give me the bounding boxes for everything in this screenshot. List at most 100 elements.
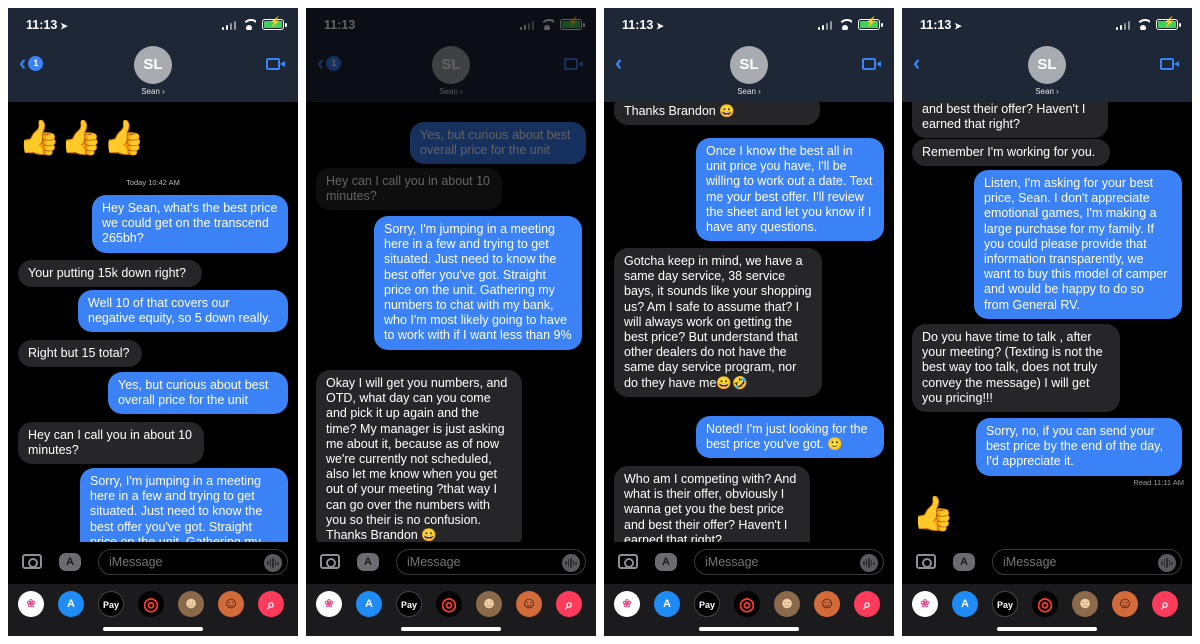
activity-icon[interactable]: ◎ (138, 591, 164, 617)
photos-icon[interactable]: ❀ (912, 591, 938, 617)
avatar[interactable]: SL (432, 46, 470, 84)
memoji-icon[interactable]: ☻ (476, 591, 502, 617)
contact-name[interactable]: Sean › (8, 87, 298, 96)
app-strip: ❀ A Pay ◎ ☻ ☺ ⌕ (306, 584, 596, 636)
memoji2-icon[interactable]: ☺ (814, 591, 840, 617)
back-button[interactable]: ‹ 1 (19, 52, 44, 74)
appstore-icon[interactable]: A (58, 591, 84, 617)
message-bubble-outgoing[interactable]: Once I know the best all in unit price y… (696, 138, 884, 242)
camera-icon[interactable] (320, 554, 340, 569)
search-images-icon[interactable]: ⌕ (556, 591, 582, 617)
photos-icon[interactable]: ❀ (316, 591, 342, 617)
message-list[interactable]: Yes, but curious about best overall pric… (306, 102, 596, 542)
message-list[interactable]: 👍👍👍 Today 10:42 AM Hey Sean, what's the … (8, 102, 298, 542)
contact-name[interactable]: Sean › (902, 87, 1192, 96)
memoji2-icon[interactable]: ☺ (218, 591, 244, 617)
avatar[interactable]: SL (730, 46, 768, 84)
audio-message-icon[interactable] (562, 554, 580, 572)
contact-name[interactable]: Sean › (306, 87, 596, 96)
message-bubble-outgoing[interactable]: Listen, I'm asking for your best price, … (974, 170, 1182, 319)
camera-icon[interactable] (22, 554, 42, 569)
message-bubble-incoming[interactable]: Right but 15 total? (18, 340, 142, 368)
message-list[interactable]: and best their offer? Haven't I earned t… (902, 102, 1192, 542)
home-indicator[interactable] (401, 627, 501, 631)
appstore-icon[interactable]: A (952, 591, 978, 617)
search-images-icon[interactable]: ⌕ (258, 591, 284, 617)
message-bubble-outgoing[interactable]: Sorry, I'm jumping in a meeting here in … (80, 468, 288, 542)
applepay-icon[interactable]: Pay (992, 591, 1018, 617)
message-bubble-incoming[interactable]: Hey can I call you in about 10 minutes? (18, 422, 204, 465)
applepay-icon[interactable]: Pay (694, 591, 720, 617)
home-indicator[interactable] (997, 627, 1097, 631)
activity-icon[interactable]: ◎ (436, 591, 462, 617)
chevron-left-icon: ‹ (615, 50, 623, 75)
back-button[interactable]: ‹ (615, 50, 623, 75)
chevron-left-icon: ‹ (913, 50, 921, 75)
avatar[interactable]: SL (134, 46, 172, 84)
location-icon: ➤ (656, 21, 664, 31)
message-bubble-outgoing[interactable]: Yes, but curious about best overall pric… (410, 122, 586, 165)
wifi-icon (540, 19, 554, 30)
search-images-icon[interactable]: ⌕ (1152, 591, 1178, 617)
message-bubble-outgoing[interactable]: Noted! I'm just looking for the best pri… (696, 416, 884, 459)
appstore-icon[interactable]: A (654, 591, 680, 617)
message-bubble-incoming[interactable]: Okay I will get you numbers, and OTD, wh… (316, 370, 522, 542)
photos-icon[interactable]: ❀ (18, 591, 44, 617)
unread-badge: 1 (326, 55, 342, 71)
camera-icon[interactable] (618, 554, 638, 569)
message-bubble-outgoing[interactable]: Sorry, I'm jumping in a meeting here in … (374, 216, 582, 350)
app-drawer-icon[interactable]: A (357, 553, 379, 571)
message-input[interactable] (98, 549, 288, 575)
message-bubble-outgoing[interactable]: Yes, but curious about best overall pric… (108, 372, 288, 415)
memoji-icon[interactable]: ☻ (178, 591, 204, 617)
back-button[interactable]: ‹ (913, 50, 921, 75)
message-bubble-outgoing[interactable]: Hey Sean, what's the best price we could… (92, 195, 288, 253)
audio-message-icon[interactable] (264, 554, 282, 572)
conversation-header: 11:13 ➤ ⚡ ‹ SL Sean › (604, 8, 894, 102)
home-indicator[interactable] (699, 627, 799, 631)
message-bubble-incoming[interactable]: Remember I'm working for you. (912, 139, 1110, 167)
audio-message-icon[interactable] (1158, 554, 1176, 572)
status-time: 11:13 (920, 18, 952, 32)
search-images-icon[interactable]: ⌕ (854, 591, 880, 617)
appstore-icon[interactable]: A (356, 591, 382, 617)
photos-icon[interactable]: ❀ (614, 591, 640, 617)
app-drawer-icon[interactable]: A (953, 553, 975, 571)
video-call-icon[interactable] (564, 58, 583, 70)
message-bubble-outgoing[interactable]: Well 10 of that covers our negative equi… (78, 290, 288, 333)
app-drawer-icon[interactable]: A (655, 553, 677, 571)
memoji2-icon[interactable]: ☺ (516, 591, 542, 617)
phone-screen-4: 11:13 ➤ ⚡ ‹ SL Sean › and best their offe… (902, 8, 1192, 636)
activity-icon[interactable]: ◎ (734, 591, 760, 617)
message-input[interactable] (694, 549, 884, 575)
app-strip: ❀ A Pay ◎ ☻ ☺ ⌕ (8, 584, 298, 636)
memoji2-icon[interactable]: ☺ (1112, 591, 1138, 617)
home-indicator[interactable] (103, 627, 203, 631)
avatar[interactable]: SL (1028, 46, 1066, 84)
audio-message-icon[interactable] (860, 554, 878, 572)
message-bubble-incoming[interactable]: Hey can I call you in about 10 minutes? (316, 168, 502, 211)
camera-icon[interactable] (916, 554, 936, 569)
message-bubble-incoming[interactable]: Do you have time to talk , after your me… (912, 324, 1120, 413)
back-button[interactable]: ‹ 1 (317, 52, 342, 74)
memoji-icon[interactable]: ☻ (1072, 591, 1098, 617)
video-call-icon[interactable] (862, 58, 881, 70)
message-bubble-incoming[interactable]: Your putting 15k down right? (18, 260, 202, 288)
video-call-icon[interactable] (1160, 58, 1179, 70)
message-bubble-incoming[interactable]: Who am I competing with? And what is the… (614, 466, 810, 542)
message-bubble-incoming[interactable]: Thanks Brandon 😀 (614, 102, 820, 126)
message-bubble-incoming[interactable]: Gotcha keep in mind, we have a same day … (614, 248, 822, 397)
message-list[interactable]: Thanks Brandon 😀 Once I know the best al… (604, 102, 894, 542)
video-call-icon[interactable] (266, 58, 285, 70)
applepay-icon[interactable]: Pay (396, 591, 422, 617)
message-input[interactable] (396, 549, 586, 575)
message-bubble-outgoing[interactable]: Sorry, no, if you can send your best pri… (976, 418, 1182, 476)
app-drawer-icon[interactable]: A (59, 553, 81, 571)
memoji-icon[interactable]: ☻ (774, 591, 800, 617)
message-input[interactable] (992, 549, 1182, 575)
applepay-icon[interactable]: Pay (98, 591, 124, 617)
contact-name[interactable]: Sean › (604, 87, 894, 96)
message-bubble-incoming[interactable]: and best their offer? Haven't I earned t… (912, 102, 1108, 139)
activity-icon[interactable]: ◎ (1032, 591, 1058, 617)
battery-icon: ⚡ (262, 17, 287, 30)
